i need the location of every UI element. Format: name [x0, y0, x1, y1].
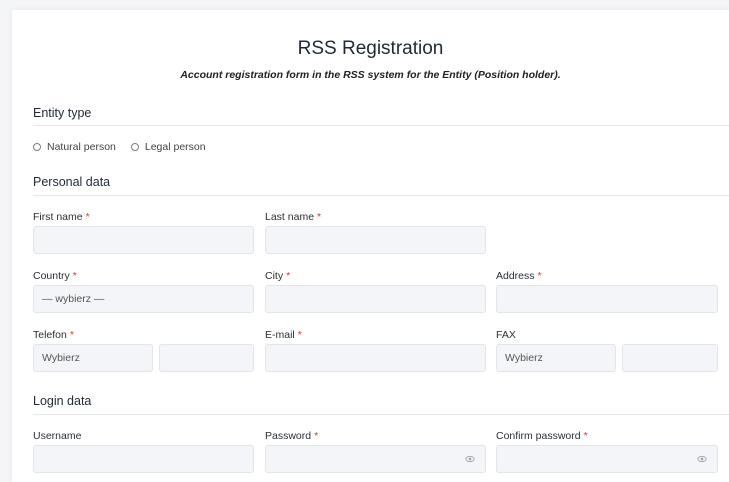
username-input[interactable] [33, 445, 254, 473]
radio-label: Natural person [47, 141, 116, 153]
fax-prefix-value: Wybierz [505, 352, 543, 364]
divider [33, 125, 729, 126]
entity-type-radios: Natural person Legal person [33, 141, 221, 153]
first-name-input[interactable] [33, 226, 254, 254]
email-input[interactable] [265, 344, 486, 372]
eye-icon[interactable] [697, 454, 707, 464]
radio-circle-icon[interactable] [130, 143, 139, 151]
telefon-prefix-value: Wybierz [42, 352, 80, 364]
section-personal-data: Personal data [33, 175, 111, 189]
address-input[interactable] [496, 285, 718, 313]
last-name-input[interactable] [265, 226, 486, 254]
section-entity-type: Entity type [33, 106, 92, 120]
confirm-password-label: Confirm password * [496, 430, 588, 442]
fax-number-input[interactable] [622, 344, 718, 372]
address-label: Address * [496, 270, 542, 282]
city-label: City * [265, 270, 291, 282]
country-select-value: — wybierz — [42, 293, 105, 305]
page-subtitle: Account registration form in the RSS sys… [180, 69, 561, 81]
first-name-label: First name * [33, 211, 90, 223]
radio-circle-icon[interactable] [33, 143, 41, 151]
fax-prefix-select[interactable]: Wybierz [496, 344, 616, 372]
section-login-data: Login data [33, 394, 92, 408]
country-select[interactable]: — wybierz — [33, 285, 254, 313]
eye-icon[interactable] [465, 454, 475, 464]
password-label: Password * [265, 430, 319, 442]
last-name-label: Last name * [265, 211, 322, 223]
telefon-prefix-select[interactable]: Wybierz [33, 344, 153, 372]
radio-natural-person[interactable]: Natural person [33, 141, 116, 153]
email-label: E-mail * [265, 329, 302, 341]
registration-card: RSS Registration Account registration fo… [12, 10, 729, 482]
divider [33, 414, 729, 415]
telefon-label: Telefon * [33, 329, 74, 341]
country-label: Country * [33, 270, 77, 282]
city-input[interactable] [265, 285, 486, 313]
fax-label: FAX [496, 329, 516, 341]
password-input[interactable] [265, 445, 486, 473]
confirm-password-input[interactable] [496, 445, 718, 473]
telefon-number-input[interactable] [159, 344, 254, 372]
radio-label: Legal person [144, 141, 206, 153]
page-title: RSS Registration [297, 38, 444, 59]
radio-legal-person[interactable]: Legal person [130, 141, 206, 153]
username-label: Username [33, 430, 82, 442]
divider [33, 195, 729, 196]
